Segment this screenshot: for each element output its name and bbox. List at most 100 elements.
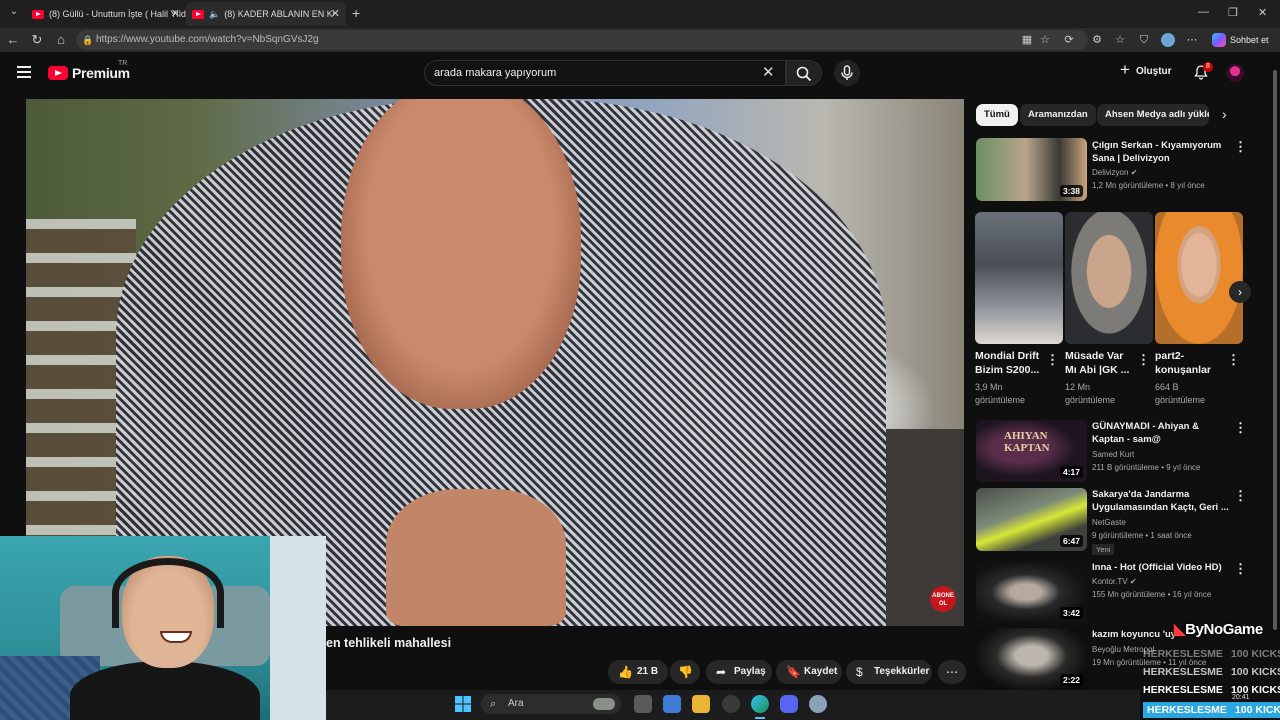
- share-icon: ➦: [716, 665, 727, 679]
- video-thumbnail[interactable]: 3:42: [976, 561, 1087, 623]
- short-thumbnail[interactable]: [1065, 212, 1153, 344]
- refresh-page-icon[interactable]: ⟳: [1062, 33, 1076, 47]
- shorts-next-button[interactable]: ›: [1229, 281, 1251, 303]
- more-actions-button[interactable]: ⋯: [938, 660, 966, 684]
- create-button[interactable]: + Oluştur: [1118, 61, 1172, 80]
- youtube-header: Premium TR arada makara yapıyorum ✕ + Ol…: [0, 52, 1280, 94]
- home-icon[interactable]: ⌂: [53, 32, 69, 47]
- short-title[interactable]: part2-konuşanlar: [1155, 349, 1225, 377]
- short-view-label: görüntüleme: [1155, 395, 1206, 405]
- dislike-button[interactable]: 👎: [670, 660, 700, 684]
- video-thumbnail[interactable]: 3:38: [976, 138, 1087, 201]
- thanks-icon: $: [856, 665, 863, 679]
- profile-icon[interactable]: [1161, 33, 1175, 47]
- more-options-icon[interactable]: ⋮: [1234, 420, 1247, 436]
- chip-all[interactable]: Tümü: [976, 104, 1018, 126]
- verified-icon: ✔: [1129, 577, 1137, 586]
- more-options-icon[interactable]: ⋮: [1234, 561, 1247, 577]
- edge-icon[interactable]: [751, 695, 769, 713]
- video-title[interactable]: Çılgın Serkan - Kıyamıyorum Sana | Deliv…: [1092, 139, 1232, 165]
- like-button[interactable]: 👍 21 B: [608, 660, 668, 684]
- youtube-premium-logo[interactable]: Premium TR: [48, 60, 130, 82]
- scrollbar-thumb[interactable]: [1273, 70, 1277, 630]
- restore-icon[interactable]: ❐: [1228, 6, 1238, 19]
- video-channel[interactable]: Samed Kurt: [1092, 449, 1134, 460]
- store-icon[interactable]: [663, 695, 681, 713]
- more-options-icon[interactable]: ⋮: [1046, 352, 1059, 368]
- subscribe-watermark[interactable]: ABONE OL: [930, 586, 956, 612]
- more-options-icon[interactable]: ⋮: [1234, 488, 1247, 504]
- back-icon[interactable]: ←: [5, 32, 21, 47]
- clear-search-icon[interactable]: ✕: [762, 63, 775, 81]
- kick-amount: 100 KICKS: [1230, 666, 1280, 678]
- copilot-button[interactable]: Sohbet et: [1210, 31, 1269, 49]
- taskbar-search[interactable]: ⌕ Ara: [481, 694, 621, 714]
- hamburger-menu-icon[interactable]: [17, 66, 31, 78]
- voice-search-button[interactable]: [834, 60, 860, 86]
- discord-icon[interactable]: [780, 695, 798, 713]
- new-tab-button[interactable]: +: [352, 5, 360, 21]
- more-options-icon[interactable]: ⋮: [1137, 352, 1150, 368]
- more-options-icon[interactable]: ⋮: [1227, 352, 1240, 368]
- thumbs-up-icon: 👍: [618, 665, 633, 679]
- chip-channel-uploads[interactable]: Ahsen Medya adlı yükle: [1097, 104, 1209, 126]
- account-avatar[interactable]: [1226, 64, 1244, 82]
- close-tab-icon[interactable]: ✕: [171, 7, 180, 20]
- youtube-play-logo-icon: [48, 66, 68, 80]
- new-badge: Yeni: [1092, 544, 1115, 555]
- tab-actions-icon[interactable]: ⌄: [6, 6, 22, 22]
- video-channel[interactable]: Kontor.TV ✔: [1092, 576, 1137, 587]
- short-thumbnail[interactable]: [1155, 212, 1243, 344]
- video-duration: 4:17: [1059, 466, 1083, 478]
- file-explorer-icon[interactable]: [692, 695, 710, 713]
- video-title[interactable]: Inna - Hot (Official Video HD): [1092, 561, 1232, 574]
- chevron-right-icon[interactable]: ›: [1222, 106, 1227, 122]
- more-options-icon[interactable]: ⋯: [1185, 33, 1199, 47]
- video-channel[interactable]: NetGaste: [1092, 517, 1126, 528]
- video-thumbnail[interactable]: 6:47: [976, 488, 1087, 551]
- kick-amount: 100 KICKS: [1234, 704, 1280, 716]
- short-thumbnail[interactable]: [975, 212, 1063, 344]
- video-thumbnail[interactable]: 2:22: [976, 628, 1087, 690]
- short-title[interactable]: Mondial Drift Bizim S200...: [975, 349, 1045, 377]
- copilot-icon: [1212, 33, 1226, 47]
- webcam-headphones: [112, 558, 224, 628]
- favorite-star-icon[interactable]: ☆: [1038, 33, 1052, 47]
- video-thumbnail[interactable]: AHIYAN KAPTAN 4:17: [976, 420, 1087, 482]
- browser-essentials-icon[interactable]: ⛉: [1137, 33, 1151, 47]
- short-title[interactable]: Müsade Var Mı Abi |GK ...: [1065, 349, 1135, 377]
- search-highlight-icon: [593, 698, 615, 710]
- save-label: Kaydet: [804, 666, 838, 677]
- video-meta: 155 Mn görüntüleme • 16 yıl önce: [1092, 590, 1212, 599]
- app-available-icon[interactable]: ▦: [1020, 33, 1034, 47]
- save-button[interactable]: 🔖 Kaydet: [776, 660, 842, 684]
- steam-icon[interactable]: [722, 695, 740, 713]
- video-channel[interactable]: Delivizyon ✔: [1092, 167, 1137, 178]
- subscribe-watermark-label: ABONE OL: [932, 593, 954, 607]
- thanks-button[interactable]: $ Teşekkürler: [846, 660, 932, 684]
- speaker-icon: 🔈: [209, 8, 221, 19]
- windows-start-icon[interactable]: [454, 695, 472, 713]
- channel-name: Delivizyon: [1092, 168, 1129, 177]
- video-title[interactable]: Sakarya'da Jandarma Uygulamasından Kaçtı…: [1092, 488, 1232, 514]
- chip-from-search[interactable]: Aramanızdan: [1020, 104, 1096, 126]
- settings-icon[interactable]: [809, 695, 827, 713]
- search-button[interactable]: [786, 60, 822, 86]
- close-tab-icon[interactable]: ✕: [331, 7, 340, 20]
- extensions-icon[interactable]: ⚙: [1090, 33, 1104, 47]
- favorites-icon[interactable]: ☆: [1113, 33, 1127, 47]
- task-view-icon[interactable]: [634, 695, 652, 713]
- browser-tab[interactable]: (8) Güllü - Unuttum İşte ( Halil Yıldı ✕: [26, 2, 186, 26]
- more-options-icon[interactable]: ⋮: [1234, 139, 1247, 155]
- sponsor-name: ByNoGame: [1185, 621, 1263, 638]
- video-title[interactable]: GÜNAYMADI - Ahiyan & Kaptan - sam@: [1092, 420, 1232, 446]
- short-view-count: 664 B: [1155, 382, 1179, 392]
- share-button[interactable]: ➦ Paylaş: [706, 660, 772, 684]
- close-window-icon[interactable]: ✕: [1258, 6, 1267, 19]
- minimize-icon[interactable]: —: [1198, 6, 1209, 18]
- kick-sender: HERKESLESME: [1143, 648, 1223, 660]
- refresh-icon[interactable]: ↻: [29, 32, 45, 48]
- url-field[interactable]: 🔒 https://www.youtube.com/watch?v=NbSqnG…: [76, 30, 1088, 50]
- search-input[interactable]: arada makara yapıyorum: [424, 60, 786, 86]
- browser-tab-active[interactable]: 🔈 (8) KADER ABLANIN EN KOMİ ✕: [186, 2, 346, 26]
